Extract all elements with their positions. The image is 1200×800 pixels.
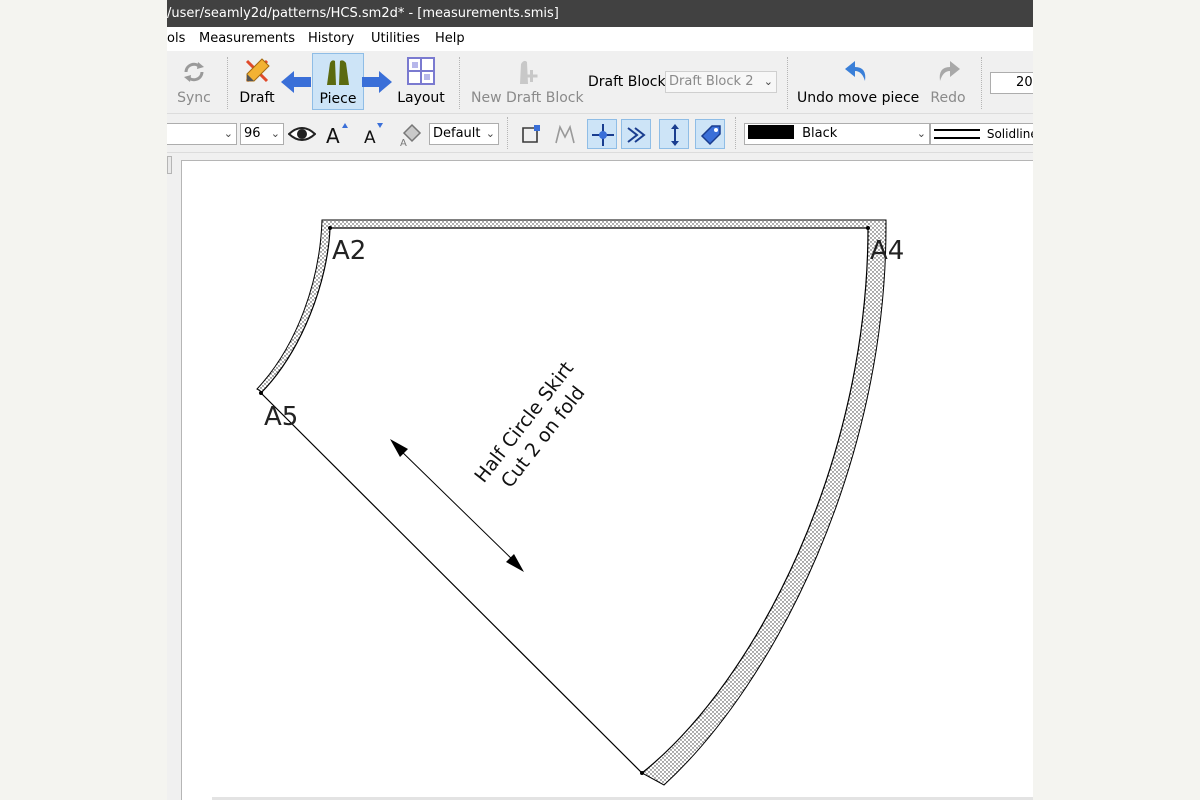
spline-icon (555, 124, 575, 144)
splitter-handle[interactable] (167, 156, 172, 174)
crosshair-icon (592, 124, 614, 146)
point-label-a5[interactable]: A5 (264, 402, 298, 432)
arrow-left-icon (281, 71, 311, 93)
redo-button[interactable]: Redo (925, 51, 971, 113)
piece-garment-icon (327, 60, 349, 85)
new-draft-block-icon (520, 60, 538, 84)
point-label-a4[interactable]: A4 (870, 236, 904, 266)
toolbar-separator (507, 117, 508, 149)
point-marker[interactable] (640, 771, 644, 775)
draft-mode-button[interactable]: Draft (235, 51, 279, 113)
font-size-select[interactable]: 96 ⌄ (240, 123, 284, 145)
piece-mode-button[interactable]: Piece (312, 53, 364, 110)
toolbar-separator (459, 57, 460, 109)
menu-measurements[interactable]: Measurements (199, 27, 295, 51)
chevron-down-icon: ⌄ (223, 127, 233, 140)
sync-icon (184, 62, 204, 82)
menu-history[interactable]: History (308, 27, 354, 51)
chevron-down-icon: ⌄ (763, 75, 773, 88)
draft-block-select[interactable]: Draft Block 2 ⌄ (665, 71, 777, 93)
layout-icon (407, 57, 435, 85)
double-chevron-icon (627, 127, 646, 143)
window-title: /user/seamly2d/patterns/HCS.sm2d* - [mea… (167, 6, 559, 21)
main-toolbar: Sync Draft Piece Layout New Draft Block … (167, 51, 1033, 114)
point-marker[interactable] (328, 226, 332, 230)
seam-allowance-tool-button[interactable] (621, 119, 651, 149)
menu-tools[interactable]: ols (167, 27, 185, 51)
paint-bucket-icon[interactable]: A (398, 121, 424, 147)
toolbar-separator (981, 57, 982, 109)
svg-text:A: A (364, 128, 376, 146)
grainline-tool-button[interactable] (659, 119, 689, 149)
solid-line-icon (934, 129, 980, 139)
draft-pencil-icon (245, 58, 270, 83)
label-tool-button[interactable] (695, 119, 725, 149)
menu-bar: ols Measurements History Utilities Help (167, 27, 1033, 51)
new-draft-block-button[interactable]: New Draft Block (471, 51, 584, 113)
toolbar-separator (735, 117, 736, 149)
pattern-piece-drawing: A2 A4 A5 Half Circle Skirt Cut 2 on fold (256, 219, 904, 786)
title-bar: /user/seamly2d/patterns/HCS.sm2d* - [mea… (167, 0, 1033, 27)
draft-block-label: Draft Block: (588, 74, 671, 90)
zoom-input[interactable]: 20.3 (990, 72, 1033, 94)
canvas-area: A2 A4 A5 Half Circle Skirt Cut 2 on fold (167, 154, 1033, 800)
chevron-down-icon: ⌄ (485, 127, 495, 140)
increase-font-icon[interactable]: A (325, 122, 349, 146)
tag-icon (700, 125, 721, 146)
line-color-select[interactable]: Black ⌄ (744, 123, 930, 145)
arrow-right-icon (362, 71, 392, 93)
redo-arrow-icon (939, 61, 960, 81)
node-curve-icon (522, 125, 540, 143)
font-family-select[interactable]: ⌄ (167, 123, 237, 145)
chevron-down-icon: ⌄ (270, 127, 280, 140)
node-tool-button[interactable] (516, 119, 546, 149)
seamly2d-window: /user/seamly2d/patterns/HCS.sm2d* - [mea… (167, 0, 1033, 800)
line-color-swatch (748, 125, 794, 139)
decrease-font-icon[interactable]: A (362, 122, 386, 146)
layout-mode-button[interactable]: Layout (395, 51, 447, 113)
spline-tool-button[interactable] (550, 119, 580, 149)
format-toolbar: ⌄ 96 ⌄ A A A Default ⌄ Black ⌄ Solidline (167, 115, 1033, 153)
line-type-select[interactable]: Solidline (930, 123, 1033, 145)
text-style-select[interactable]: Default ⌄ (429, 123, 499, 145)
svg-text:A: A (400, 138, 407, 147)
undo-arrow-icon (845, 61, 866, 81)
drawing-canvas[interactable]: A2 A4 A5 Half Circle Skirt Cut 2 on fold (181, 160, 1033, 800)
grainline-arrow-icon (671, 124, 679, 146)
sync-button[interactable]: Sync (173, 51, 215, 113)
svg-text:A: A (326, 124, 340, 146)
point-marker[interactable] (259, 391, 263, 395)
piece-body[interactable] (260, 227, 869, 774)
point-tool-button[interactable] (587, 119, 617, 149)
toolbar-separator (227, 57, 228, 109)
point-label-a2[interactable]: A2 (332, 236, 366, 266)
toolbar-separator (787, 57, 788, 109)
undo-button[interactable]: Undo move piece (797, 51, 919, 113)
chevron-down-icon: ⌄ (916, 127, 926, 140)
menu-help[interactable]: Help (435, 27, 465, 51)
menu-utilities[interactable]: Utilities (371, 27, 420, 51)
eye-icon[interactable] (288, 124, 316, 144)
point-marker[interactable] (866, 226, 870, 230)
